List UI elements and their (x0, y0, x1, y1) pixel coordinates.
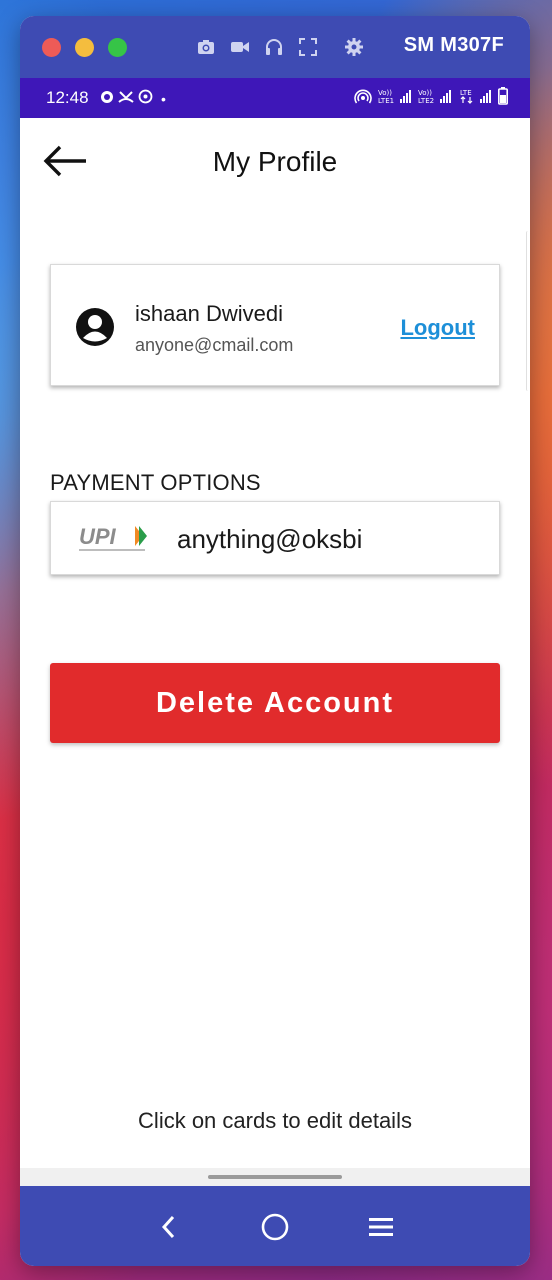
signal-sim1-icon: Vo)) LTE1 (378, 87, 412, 110)
page-title: My Profile (212, 146, 338, 177)
system-status-icons: Vo)) LTE1 Vo)) LTE2 LTE (354, 87, 508, 110)
payment-upi-card[interactable]: UPI anything@oksbi (50, 501, 500, 575)
battery-icon (498, 87, 508, 110)
signal-sim2-icon: Vo)) LTE2 (418, 87, 452, 110)
payment-options-heading: PAYMENT OPTIONS (50, 470, 261, 495)
upi-logo-text: UPI (79, 524, 117, 549)
profile-email: anyone@cmail.com (135, 335, 294, 355)
window-titlebar: SM M307F (20, 16, 530, 78)
user-avatar-icon (75, 307, 115, 347)
delete-account-button[interactable]: Delete Account (50, 663, 500, 743)
whatsapp-icon (138, 89, 153, 109)
back-icon[interactable] (152, 1210, 186, 1244)
logout-link[interactable]: Logout (400, 315, 475, 341)
video-icon[interactable] (230, 37, 250, 57)
profile-content: ishaan Dwivedi anyone@cmail.com Logout P… (20, 204, 530, 1186)
minimize-window-button[interactable] (75, 38, 94, 57)
close-window-button[interactable] (42, 38, 61, 57)
svg-text:Vo)): Vo)) (418, 89, 432, 97)
upi-id: anything@oksbi (177, 524, 363, 554)
svg-text:LTE2: LTE2 (418, 97, 434, 105)
menu-icon[interactable] (364, 1210, 398, 1244)
hotspot-icon (354, 87, 372, 110)
lte-data-icon: LTE (458, 87, 492, 110)
home-icon[interactable] (258, 1210, 292, 1244)
home-indicator[interactable] (208, 1175, 342, 1179)
fullscreen-icon[interactable] (298, 37, 318, 57)
titlebar-toolbar (196, 34, 364, 60)
profile-name: ishaan Dwivedi (135, 301, 283, 326)
emulator-window: SM M307F 12:48 • Vo)) LTE1 Vo)) LTE2 LTE… (20, 16, 530, 1266)
notification-app-icon (100, 90, 114, 109)
settings-icon[interactable] (344, 37, 364, 57)
app-header: My Profile (20, 118, 530, 204)
headphones-icon[interactable] (264, 37, 284, 57)
profile-card[interactable]: ishaan Dwivedi anyone@cmail.com Logout (50, 264, 500, 386)
notification-dot: • (161, 91, 166, 107)
svg-text:Vo)): Vo)) (378, 89, 392, 97)
svg-text:LTE1: LTE1 (378, 97, 394, 105)
maximize-window-button[interactable] (108, 38, 127, 57)
upi-logo: UPI (77, 522, 153, 556)
gesture-area (20, 1168, 530, 1186)
edit-hint: Click on cards to edit details (138, 1108, 412, 1133)
notification-icons: • (100, 89, 166, 109)
camera-icon[interactable] (196, 37, 216, 57)
scrollbar[interactable] (526, 231, 530, 391)
svg-text:LTE: LTE (460, 89, 472, 97)
status-time: 12:48 (46, 88, 89, 107)
missed-call-icon (118, 90, 134, 109)
android-statusbar: 12:48 • Vo)) LTE1 Vo)) LTE2 LTE (20, 78, 530, 118)
android-navbar (20, 1186, 530, 1266)
device-name: SM M307F (403, 34, 504, 56)
